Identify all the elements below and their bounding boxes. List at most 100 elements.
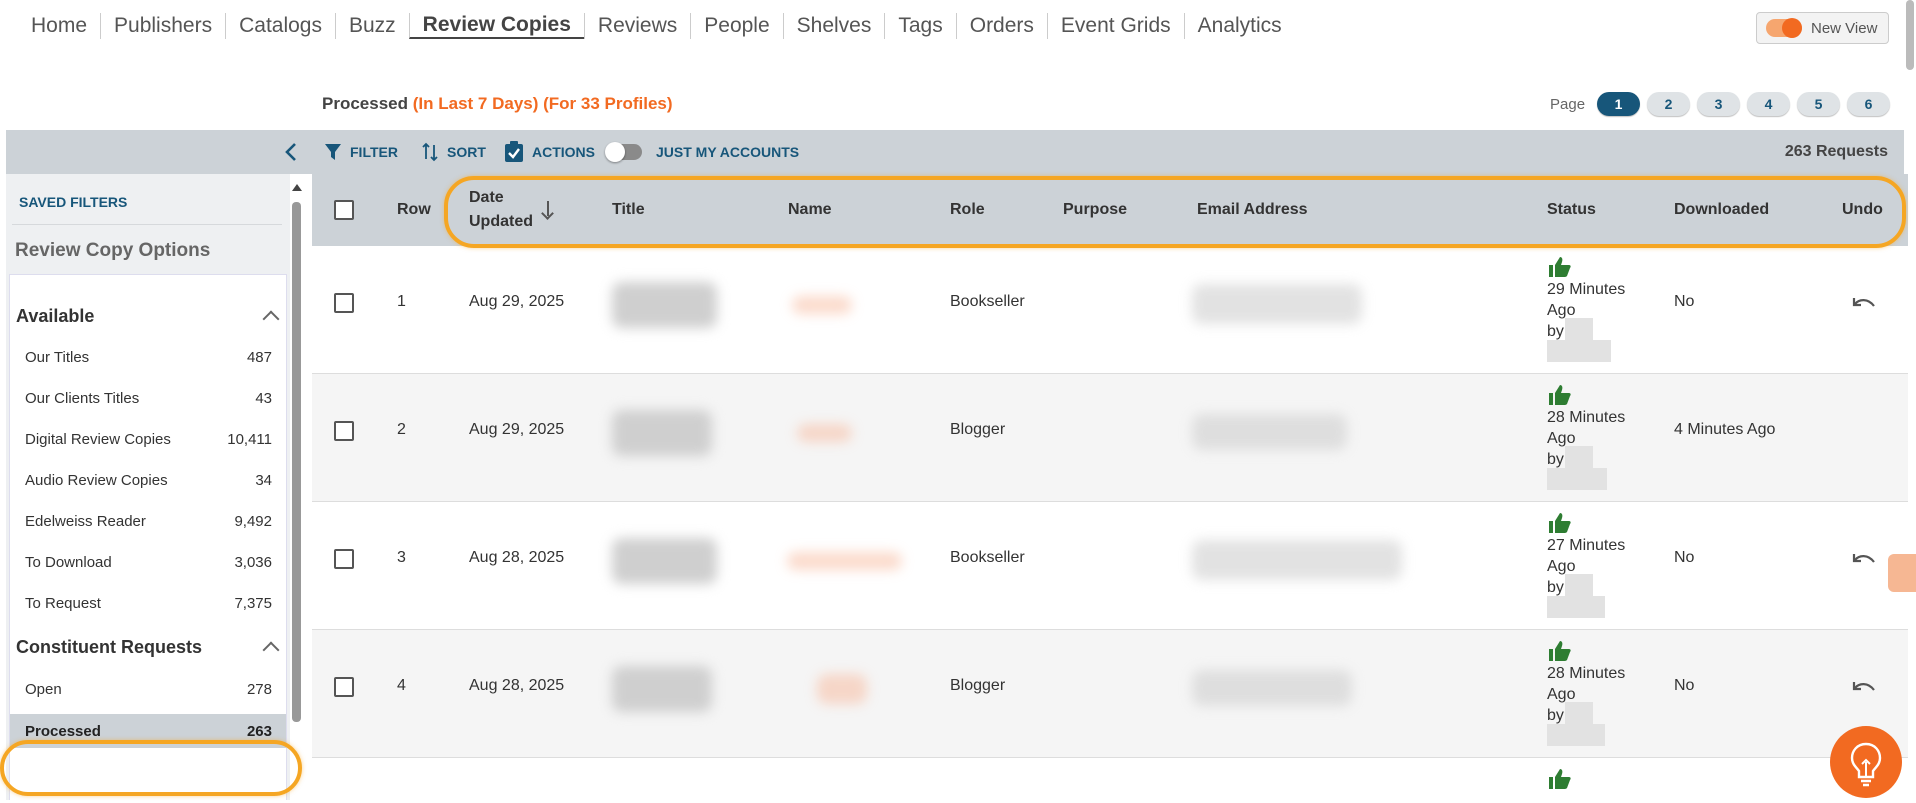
clipboard-check-icon: [505, 141, 523, 162]
row-checkbox[interactable]: [334, 677, 354, 697]
col-email[interactable]: Email Address: [1197, 174, 1308, 246]
page-button-1[interactable]: 1: [1597, 92, 1641, 116]
page-button-6[interactable]: 6: [1847, 92, 1891, 116]
name-redacted: [817, 674, 867, 704]
nav-event-grids[interactable]: Event Grids: [1046, 13, 1184, 39]
nav-people[interactable]: People: [690, 13, 782, 39]
page-title-profiles: (For 33 Profiles): [543, 94, 673, 113]
sidebar-item-label: Open: [25, 680, 62, 698]
nav-orders[interactable]: Orders: [955, 13, 1047, 39]
sidebar-item-count: 10,411: [227, 430, 272, 448]
side-feedback-tab[interactable]: [1888, 554, 1916, 592]
actions-button[interactable]: ACTIONS: [504, 130, 595, 174]
sidebar-item-to-request[interactable]: To Request 7,375: [10, 586, 286, 620]
row-checkbox[interactable]: [334, 421, 354, 441]
nav-home[interactable]: Home: [18, 13, 100, 39]
downloaded: No: [1674, 549, 1695, 566]
sidebar-item-our-titles[interactable]: Our Titles 487: [10, 340, 286, 374]
chevron-up-icon[interactable]: [262, 641, 280, 659]
col-row[interactable]: Row: [397, 174, 431, 246]
sidebar: SAVED FILTERS Review Copy Options Availa…: [6, 174, 290, 800]
lightbulb-icon: [1850, 742, 1882, 787]
col-name[interactable]: Name: [788, 174, 832, 246]
table-row[interactable]: 1 Aug 29, 2025 Bookseller 29 Minutes Ago…: [312, 246, 1908, 374]
page-button-3[interactable]: 3: [1697, 92, 1741, 116]
sidebar-item-label: Digital Review Copies: [25, 430, 171, 448]
nav-buzz[interactable]: Buzz: [334, 13, 409, 39]
date-updated: Aug 29, 2025: [469, 293, 565, 310]
just-my-accounts-toggle[interactable]: JUST MY ACCOUNTS: [605, 130, 799, 174]
col-role[interactable]: Role: [950, 174, 985, 246]
saved-filters-link[interactable]: SAVED FILTERS: [19, 194, 127, 210]
undo-icon[interactable]: [1852, 552, 1876, 568]
top-navigation: Home Publishers Catalogs Buzz Review Cop…: [0, 0, 1916, 54]
select-all-checkbox[interactable]: [334, 200, 354, 220]
table-row[interactable]: 3 Aug 28, 2025 Bookseller 27 Minutes Ago…: [312, 502, 1908, 630]
nav-analytics[interactable]: Analytics: [1183, 13, 1295, 39]
col-date-updated[interactable]: Date Updated: [469, 174, 555, 246]
just-my-accounts-switch[interactable]: [605, 142, 642, 162]
col-undo: Undo: [1842, 201, 1883, 218]
chevron-up-icon[interactable]: [262, 310, 280, 328]
filter-button[interactable]: FILTER: [324, 130, 398, 174]
sidebar-item-count: 278: [246, 680, 272, 698]
sidebar-item-label: To Download: [25, 553, 112, 571]
row-checkbox-cell: [334, 293, 354, 313]
row-checkbox-cell: [334, 421, 354, 441]
page-button-5[interactable]: 5: [1797, 92, 1841, 116]
nav-reviews[interactable]: Reviews: [583, 13, 690, 39]
page-button-2[interactable]: 2: [1647, 92, 1691, 116]
new-view-switch[interactable]: [1766, 18, 1802, 38]
sidebar-item-open[interactable]: Open 278: [10, 672, 286, 706]
sidebar-scrollbar[interactable]: [291, 182, 302, 800]
role: Blogger: [950, 677, 1006, 694]
nav-tags[interactable]: Tags: [884, 13, 955, 39]
sidebar-scroll-thumb[interactable]: [292, 202, 301, 722]
new-view-toggle[interactable]: New View: [1756, 12, 1889, 44]
sidebar-item-edelweiss-reader[interactable]: Edelweiss Reader 9,492: [10, 504, 286, 538]
constituent-requests-title[interactable]: Constituent Requests: [16, 637, 202, 658]
col-status[interactable]: Status: [1547, 174, 1596, 246]
col-purpose[interactable]: Purpose: [1063, 174, 1127, 246]
sidebar-item-our-clients-titles[interactable]: Our Clients Titles 43: [10, 381, 286, 415]
chevron-left-icon: [285, 143, 296, 161]
sort-button[interactable]: SORT: [421, 130, 486, 174]
col-date-updated-label: Date Updated: [469, 189, 533, 230]
scroll-up-arrow-icon[interactable]: [292, 184, 302, 191]
page-scrollbar[interactable]: [1906, 0, 1914, 70]
undo-icon[interactable]: [1852, 680, 1876, 696]
row-checkbox[interactable]: [334, 549, 354, 569]
nav-shelves[interactable]: Shelves: [782, 13, 885, 39]
sidebar-item-to-download[interactable]: To Download 3,036: [10, 545, 286, 579]
col-title[interactable]: Title: [612, 174, 645, 246]
sidebar-item-audio-review-copies[interactable]: Audio Review Copies 34: [10, 463, 286, 497]
available-section-title[interactable]: Available: [16, 306, 94, 327]
sidebar-item-count: 487: [246, 348, 272, 366]
nav-review-copies[interactable]: Review Copies: [408, 13, 584, 39]
collapse-sidebar-button[interactable]: [284, 130, 298, 174]
pagination: Page 1 2 3 4 5 6: [1550, 92, 1897, 116]
status-time: 28 Minutes: [1547, 665, 1626, 682]
row-checkbox[interactable]: [334, 293, 354, 313]
page-button-4[interactable]: 4: [1747, 92, 1791, 116]
status-time: 29 Minutes: [1547, 281, 1626, 298]
user-avatar-redacted: [1565, 446, 1593, 468]
sidebar-item-digital-review-copies[interactable]: Digital Review Copies 10,411: [10, 422, 286, 456]
help-button[interactable]: [1830, 726, 1902, 798]
sidebar-item-count: 34: [255, 471, 272, 489]
col-downloaded[interactable]: Downloaded: [1674, 174, 1769, 246]
nav-publishers[interactable]: Publishers: [100, 13, 225, 39]
thumbs-up-icon: [1549, 257, 1571, 277]
filter-label: FILTER: [350, 144, 398, 160]
sidebar-item-processed[interactable]: Processed 263: [10, 714, 286, 748]
table-row[interactable]: 4 Aug 28, 2025 Blogger 28 Minutes Ago by…: [312, 630, 1908, 758]
table-row[interactable]: [312, 758, 1908, 802]
undo-icon[interactable]: [1852, 296, 1876, 312]
role: Bookseller: [950, 293, 1025, 310]
thumbs-up-icon: [1549, 513, 1571, 533]
nav-catalogs[interactable]: Catalogs: [225, 13, 335, 39]
user-name-redacted: [1547, 724, 1605, 746]
table-row[interactable]: 2 Aug 29, 2025 Blogger 28 Minutes Ago by…: [312, 374, 1908, 502]
sidebar-item-label: Edelweiss Reader: [25, 512, 146, 530]
thumbs-up-icon: [1549, 769, 1571, 789]
